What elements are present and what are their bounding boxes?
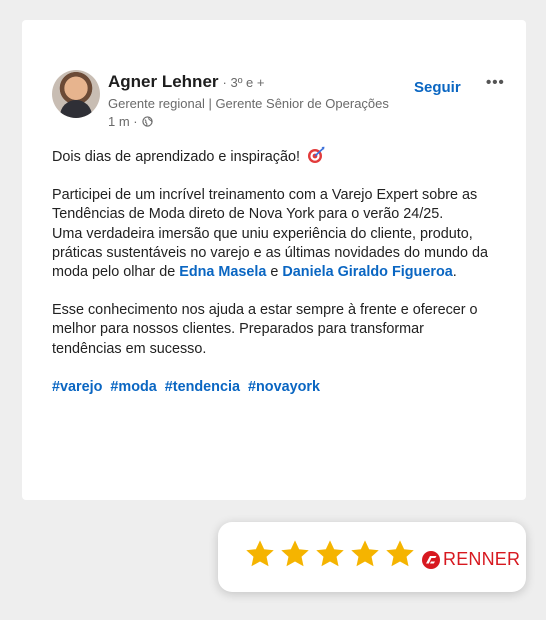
post-time: 1 m · [108, 114, 138, 129]
post-line-1: Dois dias de aprendizado e inspiração! [52, 146, 492, 167]
avatar[interactable] [52, 70, 100, 118]
star-rating [244, 538, 416, 570]
hashtag-varejo[interactable]: #varejo [52, 379, 102, 395]
hashtag-novayork[interactable]: #novayork [248, 379, 320, 395]
star-icon [246, 540, 274, 567]
period-text: . [452, 264, 457, 281]
mention-edna[interactable]: Edna Masela [179, 264, 266, 280]
post-body: Dois dias de aprendizado e inspiração! P… [52, 146, 492, 397]
follow-button[interactable]: Seguir [414, 79, 461, 96]
rating-card: RENNER [218, 522, 526, 592]
post-paragraph-2: Participei de um incrível treinamento co… [52, 187, 478, 223]
linkedin-post-card: Agner Lehner · 3º e + Gerente regional | … [22, 20, 526, 500]
hashtag-moda[interactable]: #moda [110, 379, 156, 395]
hashtag-tendencia[interactable]: #tendencia [165, 379, 240, 395]
author-row: Agner Lehner · 3º e + [108, 72, 265, 92]
hashtags: #varejo #moda #tendencia #novayork [52, 378, 492, 397]
target-icon [308, 146, 325, 163]
star-icon [386, 540, 414, 567]
star-icon [316, 540, 344, 567]
globe-icon [141, 116, 153, 127]
more-options-icon[interactable]: ••• [486, 74, 505, 91]
star-icon [281, 540, 309, 567]
brand-name: RENNER [443, 549, 521, 569]
author-headline: Gerente regional | Gerente Sênior de Ope… [108, 96, 389, 111]
post-paragraph-4: Esse conhecimento nos ajuda a estar semp… [52, 302, 478, 357]
post-line-1-text: Dois dias de aprendizado e inspiração! [52, 149, 300, 165]
and-text: e [266, 264, 283, 281]
post-meta: 1 m · [108, 114, 153, 129]
renner-logo-icon [422, 550, 440, 569]
star-icon [351, 540, 379, 567]
author-name[interactable]: Agner Lehner [108, 72, 219, 91]
brand: RENNER [422, 549, 520, 570]
post-paragraph-3: Uma verdadeira imersão que uniu experiên… [52, 225, 492, 283]
mention-daniela[interactable]: Daniela Giraldo Figueroa [282, 264, 452, 280]
connection-degree: · 3º e + [222, 75, 265, 90]
